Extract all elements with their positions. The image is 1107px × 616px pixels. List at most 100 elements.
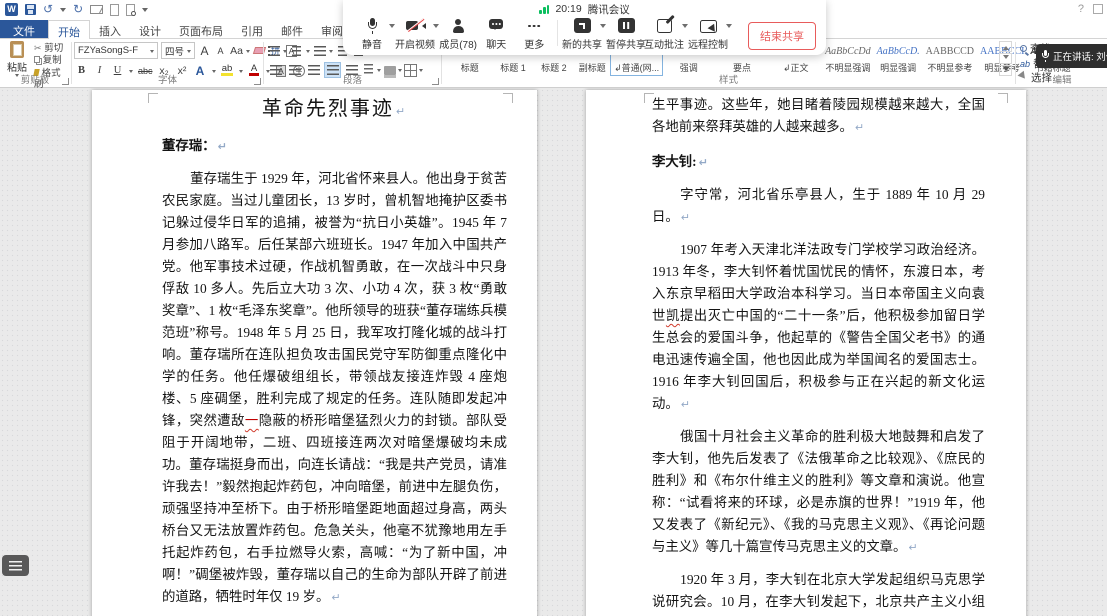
font-name-select[interactable]: FZYaSongS-F <box>74 42 158 59</box>
paste-icon <box>10 41 24 58</box>
print-preview-button[interactable] <box>126 3 135 16</box>
paragraph-mark: ↵ <box>699 156 708 169</box>
numbering-button[interactable] <box>290 43 303 58</box>
new-document-button[interactable] <box>110 3 119 16</box>
save-button[interactable] <box>25 3 36 16</box>
cut-button[interactable]: ✂ 剪切 <box>34 43 70 54</box>
redo-button[interactable]: ↻ <box>73 3 83 16</box>
styles-group-label: 样式 <box>443 72 1014 86</box>
bullets-button[interactable] <box>267 43 280 58</box>
clipboard-group: 粘贴 ✂ 剪切 复制 格式刷 剪贴板 <box>0 39 70 87</box>
new-share-button[interactable]: 新的共享 <box>566 17 598 51</box>
font-size-select[interactable]: 四号 <box>161 42 195 59</box>
video-dropdown-icon[interactable] <box>433 24 439 31</box>
list-lines-icon <box>9 561 22 571</box>
members-button[interactable]: 成员(78) <box>443 17 473 51</box>
annotation-dropdown-icon[interactable] <box>682 24 688 31</box>
start-video-button[interactable]: 开启视频 <box>399 17 431 51</box>
tab-references[interactable]: 引用 <box>232 20 272 38</box>
chat-button[interactable]: 聊天 <box>481 17 511 51</box>
change-case-button[interactable]: Aa <box>230 43 243 58</box>
new-share-icon <box>574 18 591 33</box>
tab-page-layout[interactable]: 页面布局 <box>170 20 232 38</box>
paragraph-lidazhao-birth: 字守常，河北省乐亭县人，生于 1889 年 10 月 29 日。↵ <box>652 184 985 229</box>
tab-file[interactable]: 文件 <box>0 20 48 38</box>
meeting-status-bar: 20:19 腾讯会议 <box>343 2 826 16</box>
annotation-button[interactable]: 互动批注 <box>648 17 680 51</box>
microphone-icon <box>364 18 380 34</box>
clipboard-group-label: 剪贴板 <box>0 72 70 86</box>
style-item[interactable]: AaBbCcD.明显强调 <box>874 41 923 76</box>
remote-control-icon <box>700 20 717 33</box>
new-share-dropdown-icon[interactable] <box>600 24 606 31</box>
search-icon <box>1020 45 1027 52</box>
paragraph-mark: ↵ <box>681 211 690 224</box>
paragraph-lidazhao-1920: 1920 年 3 月，李大钊在北京大学发起组织马克思学说研究会。10 月，在李大… <box>652 569 985 616</box>
spellcheck-red-text: 一 <box>245 413 259 428</box>
ribbon-options-icon[interactable] <box>1093 4 1103 14</box>
more-dots-icon <box>526 18 542 34</box>
document-page-2[interactable]: 生平事迹。这些年，她目睹着陵园规模越来越大，全国各地前来祭拜英雄的人越来越多。↵… <box>586 90 1026 616</box>
paragraph-group-label: 段落 <box>265 72 440 86</box>
quick-access-toolbar: W ↺ ↻ <box>5 3 148 16</box>
undo-button[interactable]: ↺ <box>43 3 53 16</box>
font-group-label: 字体 <box>73 72 262 86</box>
paragraph-mark: ↵ <box>855 121 864 134</box>
paragraph-mark: ↵ <box>218 140 227 153</box>
font-dialog-launcher[interactable] <box>254 78 261 85</box>
paragraph-mark: ↵ <box>331 591 340 604</box>
spellcheck-underlined-text: 凯 <box>666 308 680 323</box>
mute-button[interactable]: 静音 <box>357 17 387 51</box>
annotation-toolbar-button[interactable] <box>2 555 29 576</box>
editing-group-label: 编辑 <box>1017 72 1107 86</box>
undo-dropdown-icon[interactable] <box>60 8 66 15</box>
pause-share-button[interactable]: 暂停共享 <box>610 17 642 51</box>
style-item[interactable]: AaBbCcDd不明显强调 <box>822 41 874 76</box>
toolbar-divider <box>557 20 558 46</box>
remote-control-button[interactable]: 远程控制 <box>692 17 724 51</box>
tab-home[interactable]: 开始 <box>48 20 90 39</box>
tab-insert[interactable]: 插入 <box>90 20 130 38</box>
styles-scroll-up-icon[interactable] <box>999 41 1012 52</box>
speaking-indicator: 正在讲话: 刘伟 <box>1036 44 1107 68</box>
remote-control-dropdown-icon[interactable] <box>726 24 732 31</box>
shrink-font-button[interactable]: A <box>214 43 227 58</box>
speaking-mic-icon <box>1041 50 1050 62</box>
meeting-time: 20:19 <box>555 3 581 15</box>
margin-crop-mark <box>148 93 158 103</box>
camera-off-icon <box>406 18 425 34</box>
speaking-text: 正在讲话: 刘伟 <box>1053 49 1107 63</box>
member-icon <box>450 18 466 34</box>
styles-scroll-down-icon[interactable] <box>999 53 1012 64</box>
replace-icon: ab <box>1020 59 1030 69</box>
meeting-toolbar: 20:19 腾讯会议 静音 开启视频 成员(78) 聊天 更多 新的共享 暂停共… <box>343 0 826 55</box>
grow-font-button[interactable]: A <box>198 43 211 58</box>
heading-lidazhao: 李大钊:↵ <box>652 151 985 174</box>
cut-icon: ✂ <box>34 43 42 53</box>
chat-icon <box>488 18 504 34</box>
heading-dongcunrui: 董存瑞：↵ <box>162 135 507 158</box>
tab-design[interactable]: 设计 <box>130 20 170 38</box>
font-group: FZYaSongS-F 四号 A A Aa 拼 A B I U abc x₂ x… <box>73 39 262 87</box>
help-icon[interactable]: ? <box>1078 3 1084 15</box>
document-page-1[interactable]: 革命先烈事迹↵ 董存瑞：↵ 董存瑞生于 1929 年，河北省怀来县人。他出身于贫… <box>92 90 537 616</box>
paragraph-lidazhao-study: 1907 年考入天津北洋法政专门学校学习政治经济。1913 年冬，李大钊怀着忧国… <box>652 239 985 416</box>
paragraph-cemetery-continued: 生平事迹。这些年，她目睹着陵园规模越来越大，全国各地前来祭拜英雄的人越来越多。↵ <box>652 94 985 139</box>
clipboard-dialog-launcher[interactable] <box>62 78 69 85</box>
end-share-button[interactable]: 结束共享 <box>748 22 816 50</box>
paragraph-mark: ↵ <box>908 541 917 554</box>
email-button[interactable] <box>90 3 103 16</box>
tab-mailings[interactable]: 邮件 <box>272 20 312 38</box>
paragraph-dongcunrui-main: 董存瑞生于 1929 年，河北省怀来县人。他出身于贫苦农民家庭。当过儿童团长，1… <box>162 168 507 609</box>
document-title: 革命先烈事迹↵ <box>162 98 507 123</box>
multilevel-list-button[interactable] <box>313 43 326 58</box>
paragraph-mark: ↵ <box>396 105 407 118</box>
paragraph-dialog-launcher[interactable] <box>432 78 439 85</box>
more-button[interactable]: 更多 <box>519 17 549 51</box>
copy-button[interactable]: 复制 <box>34 55 70 66</box>
customize-toolbar-icon[interactable] <box>142 8 148 15</box>
annotate-pen-icon <box>657 19 672 33</box>
style-item[interactable]: AABBCCD不明显参考 <box>923 41 977 76</box>
mute-dropdown-icon[interactable] <box>389 24 395 31</box>
meeting-app-name: 腾讯会议 <box>588 2 630 17</box>
